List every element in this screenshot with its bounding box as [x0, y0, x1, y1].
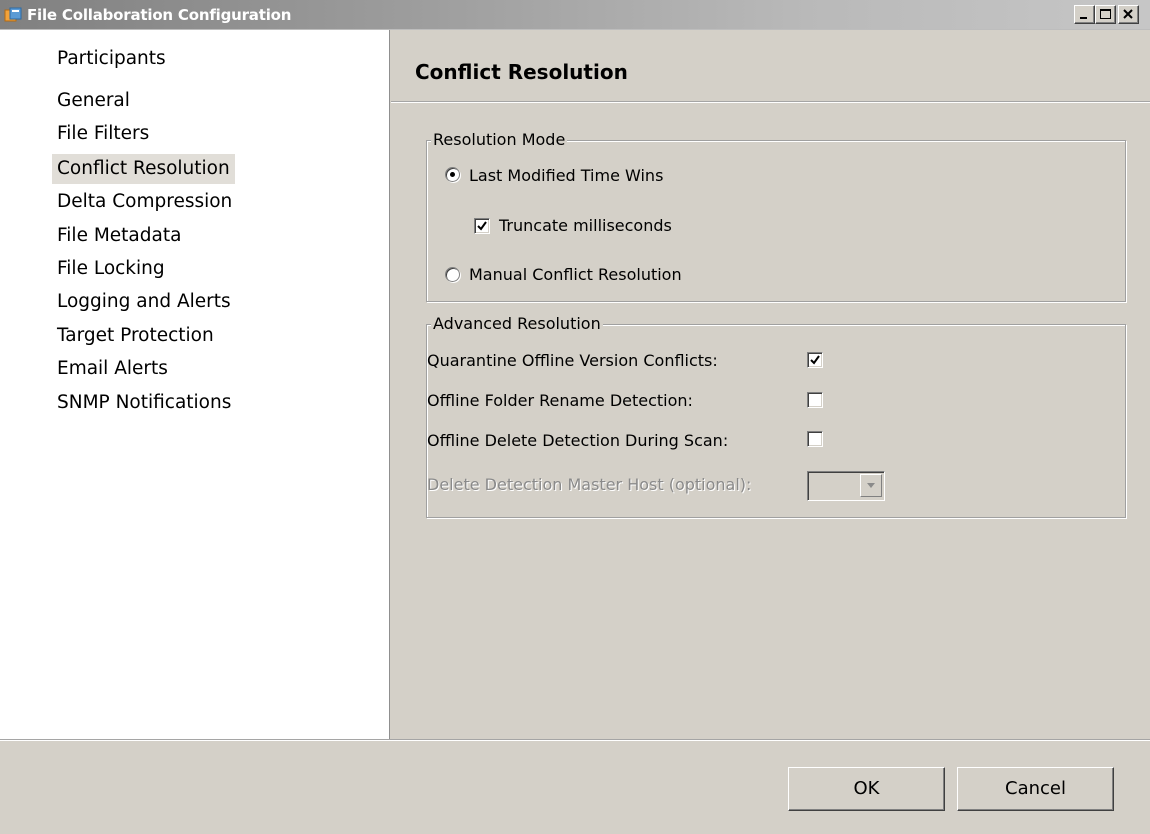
nav-item-file-filters[interactable]: File Filters	[52, 119, 154, 149]
delete-detection-checkbox[interactable]	[807, 431, 823, 447]
nav-item-target-protection[interactable]: Target Protection	[52, 321, 219, 351]
checkmark-icon	[477, 221, 487, 231]
nav-item-snmp-notifications[interactable]: SNMP Notifications	[52, 388, 236, 418]
panel-header: Conflict Resolution	[391, 30, 1150, 102]
nav-item-general[interactable]: General	[52, 86, 135, 116]
nav-item-conflict-resolution[interactable]: Conflict Resolution	[52, 154, 235, 184]
folder-rename-checkbox[interactable]	[807, 392, 823, 408]
master-host-label: Delete Detection Master Host (optional):	[427, 475, 752, 494]
close-icon	[1123, 9, 1133, 19]
nav-item-delta-compression[interactable]: Delta Compression	[52, 187, 237, 217]
truncate-ms-label[interactable]: Truncate milliseconds	[499, 216, 672, 235]
advanced-resolution-legend: Advanced Resolution	[431, 314, 603, 333]
resolution-mode-group: Resolution Mode Last Modified Time Wins …	[426, 130, 1126, 302]
radio-selected-dot	[450, 172, 455, 177]
minimize-icon	[1080, 17, 1087, 19]
resolution-mode-legend: Resolution Mode	[431, 130, 568, 149]
nav-item-file-metadata[interactable]: File Metadata	[52, 221, 186, 251]
truncate-ms-checkbox[interactable]	[474, 218, 490, 234]
last-modified-label[interactable]: Last Modified Time Wins	[469, 166, 663, 185]
nav-item-logging-and-alerts[interactable]: Logging and Alerts	[52, 287, 236, 317]
app-icon	[4, 7, 22, 23]
ok-button[interactable]: OK	[788, 767, 945, 811]
maximize-icon	[1100, 9, 1111, 19]
window-title: File Collaboration Configuration	[27, 6, 292, 24]
chevron-down-icon	[867, 483, 875, 488]
minimize-button[interactable]	[1074, 5, 1095, 24]
maximize-button[interactable]	[1095, 5, 1116, 24]
delete-detection-label: Offline Delete Detection During Scan:	[427, 431, 729, 450]
last-modified-radio[interactable]	[445, 167, 460, 182]
advanced-resolution-group: Advanced Resolution Quarantine Offline V…	[426, 314, 1126, 518]
quarantine-checkbox[interactable]	[807, 352, 823, 368]
nav-item-participants[interactable]: Participants	[52, 44, 171, 74]
title-bar[interactable]: File Collaboration Configuration	[0, 0, 1150, 30]
folder-rename-label: Offline Folder Rename Detection:	[427, 391, 693, 410]
cancel-button[interactable]: Cancel	[957, 767, 1114, 811]
page-title: Conflict Resolution	[415, 60, 628, 84]
master-host-select[interactable]	[807, 471, 885, 501]
dropdown-button[interactable]	[860, 474, 882, 497]
main-panel: Conflict Resolution Resolution Mode Last…	[391, 30, 1150, 739]
quarantine-label: Quarantine Offline Version Conflicts:	[427, 351, 718, 370]
close-button[interactable]	[1118, 5, 1139, 24]
manual-resolution-radio[interactable]	[445, 267, 460, 282]
settings-nav: Participants General File Filters Confli…	[0, 30, 390, 739]
dialog-footer: OK Cancel	[0, 739, 1150, 834]
checkmark-icon	[810, 355, 820, 365]
nav-item-email-alerts[interactable]: Email Alerts	[52, 354, 173, 384]
nav-item-file-locking[interactable]: File Locking	[52, 254, 170, 284]
manual-resolution-label[interactable]: Manual Conflict Resolution	[469, 265, 682, 284]
